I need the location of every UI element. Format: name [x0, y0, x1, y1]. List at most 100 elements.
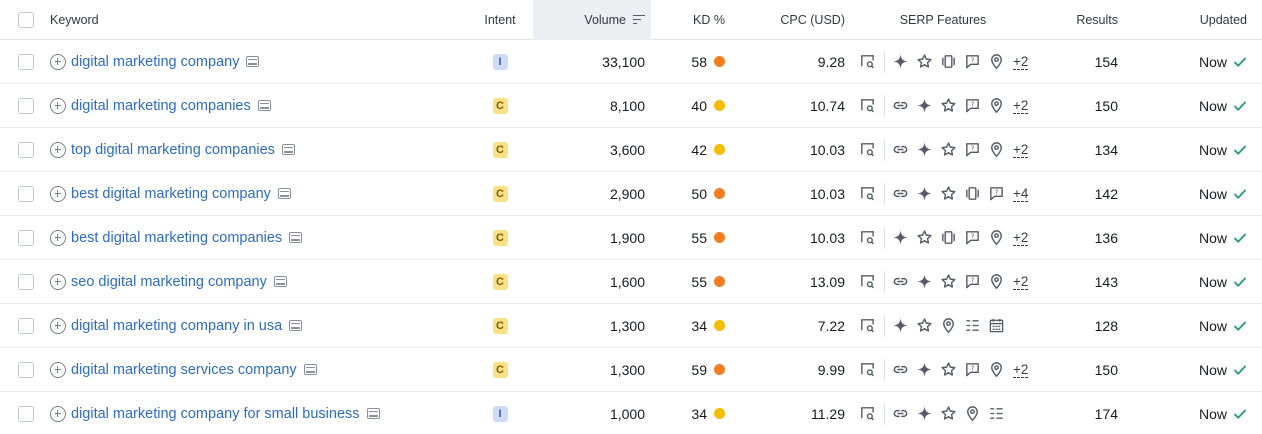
ai-sparkle-icon[interactable]: [915, 361, 933, 379]
header-cpc[interactable]: CPC (USD): [735, 0, 845, 39]
carousel-icon[interactable]: [939, 53, 957, 71]
sitelinks-preview-icon[interactable]: [858, 361, 876, 379]
row-checkbox[interactable]: [18, 405, 34, 422]
ai-sparkle-icon[interactable]: [891, 229, 909, 247]
faq-icon[interactable]: ?: [963, 229, 981, 247]
header-serp-features[interactable]: SERP Features: [858, 0, 1028, 39]
view-serp-icon[interactable]: [303, 364, 317, 375]
location-pin-icon[interactable]: [987, 229, 1005, 247]
view-serp-icon[interactable]: [289, 232, 303, 243]
row-checkbox[interactable]: [18, 317, 34, 334]
sitelinks-preview-icon[interactable]: [858, 273, 876, 291]
view-serp-icon[interactable]: [366, 408, 380, 419]
ai-sparkle-icon[interactable]: [915, 97, 933, 115]
link-icon[interactable]: [891, 185, 909, 203]
row-checkbox[interactable]: [18, 229, 34, 246]
calendar-icon[interactable]: [987, 317, 1005, 335]
sitelinks-preview-icon[interactable]: [858, 317, 876, 335]
table-row[interactable]: digital marketing companies C 8,100 40 10.74…: [0, 84, 1262, 128]
more-serp-features-link[interactable]: +4: [1013, 186, 1029, 202]
updated-cell[interactable]: Now: [1150, 128, 1247, 171]
view-serp-icon[interactable]: [257, 100, 271, 111]
link-icon[interactable]: [891, 405, 909, 423]
more-serp-features-link[interactable]: +2: [1013, 54, 1029, 70]
ai-sparkle-icon[interactable]: [915, 185, 933, 203]
location-pin-icon[interactable]: [987, 273, 1005, 291]
header-intent[interactable]: Intent: [470, 0, 530, 39]
add-to-list-icon[interactable]: [50, 317, 66, 334]
view-serp-icon[interactable]: [246, 56, 260, 67]
list-icon[interactable]: [963, 317, 981, 335]
keyword-link[interactable]: digital marketing company: [71, 54, 239, 70]
select-all-checkbox[interactable]: [18, 11, 34, 28]
faq-icon[interactable]: ?: [963, 53, 981, 71]
star-icon[interactable]: [915, 229, 933, 247]
list-icon[interactable]: [987, 405, 1005, 423]
sitelinks-preview-icon[interactable]: [858, 405, 876, 423]
sitelinks-preview-icon[interactable]: [858, 53, 876, 71]
row-checkbox[interactable]: [18, 53, 34, 70]
more-serp-features-link[interactable]: +2: [1013, 274, 1029, 290]
ai-sparkle-icon[interactable]: [915, 405, 933, 423]
keyword-link[interactable]: digital marketing company in usa: [71, 318, 282, 334]
updated-cell[interactable]: Now: [1150, 304, 1247, 347]
add-to-list-icon[interactable]: [50, 229, 66, 246]
add-to-list-icon[interactable]: [50, 273, 66, 290]
keyword-link[interactable]: best digital marketing companies: [71, 230, 282, 246]
carousel-icon[interactable]: [963, 185, 981, 203]
add-to-list-icon[interactable]: [50, 97, 66, 114]
keyword-link[interactable]: digital marketing company for small busi…: [71, 406, 360, 422]
table-row[interactable]: digital marketing company in usa C 1,300 34…: [0, 304, 1262, 348]
table-row[interactable]: top digital marketing companies C 3,600 42 1…: [0, 128, 1262, 172]
keyword-link[interactable]: digital marketing companies: [71, 98, 251, 114]
table-row[interactable]: digital marketing company I 33,100 58 9.28? +…: [0, 40, 1262, 84]
table-row[interactable]: digital marketing company for small busi…: [0, 392, 1262, 434]
add-to-list-icon[interactable]: [50, 405, 66, 422]
location-pin-icon[interactable]: [939, 317, 957, 335]
location-pin-icon[interactable]: [987, 361, 1005, 379]
location-pin-icon[interactable]: [987, 141, 1005, 159]
updated-cell[interactable]: Now: [1150, 348, 1247, 391]
location-pin-icon[interactable]: [987, 97, 1005, 115]
updated-cell[interactable]: Now: [1150, 172, 1247, 215]
link-icon[interactable]: [891, 97, 909, 115]
star-icon[interactable]: [939, 405, 957, 423]
location-pin-icon[interactable]: [987, 53, 1005, 71]
view-serp-icon[interactable]: [289, 320, 303, 331]
add-to-list-icon[interactable]: [50, 141, 66, 158]
updated-cell[interactable]: Now: [1150, 40, 1247, 83]
more-serp-features-link[interactable]: +2: [1013, 98, 1029, 114]
header-updated[interactable]: Updated: [1150, 0, 1247, 39]
row-checkbox[interactable]: [18, 97, 34, 114]
location-pin-icon[interactable]: [963, 405, 981, 423]
sitelinks-preview-icon[interactable]: [858, 97, 876, 115]
sort-descending-icon[interactable]: [633, 14, 645, 25]
star-icon[interactable]: [939, 273, 957, 291]
view-serp-icon[interactable]: [277, 188, 291, 199]
more-serp-features-link[interactable]: +2: [1013, 142, 1029, 158]
faq-icon[interactable]: ?: [963, 97, 981, 115]
add-to-list-icon[interactable]: [50, 361, 66, 378]
updated-cell[interactable]: Now: [1150, 216, 1247, 259]
link-icon[interactable]: [891, 273, 909, 291]
table-row[interactable]: best digital marketing company C 2,900 50 10…: [0, 172, 1262, 216]
updated-cell[interactable]: Now: [1150, 260, 1247, 303]
updated-cell[interactable]: Now: [1150, 392, 1247, 434]
faq-icon[interactable]: ?: [963, 273, 981, 291]
row-checkbox[interactable]: [18, 273, 34, 290]
star-icon[interactable]: [915, 317, 933, 335]
more-serp-features-link[interactable]: +2: [1013, 230, 1029, 246]
link-icon[interactable]: [891, 141, 909, 159]
faq-icon[interactable]: ?: [987, 185, 1005, 203]
star-icon[interactable]: [939, 361, 957, 379]
table-row[interactable]: digital marketing services company C 1,300…: [0, 348, 1262, 392]
ai-sparkle-icon[interactable]: [891, 53, 909, 71]
keyword-link[interactable]: top digital marketing companies: [71, 142, 275, 158]
row-checkbox[interactable]: [18, 141, 34, 158]
star-icon[interactable]: [939, 185, 957, 203]
view-serp-icon[interactable]: [281, 144, 295, 155]
header-keyword[interactable]: Keyword: [50, 0, 470, 39]
link-icon[interactable]: [891, 361, 909, 379]
header-kd[interactable]: KD %: [655, 0, 725, 39]
header-volume[interactable]: Volume: [533, 0, 645, 39]
